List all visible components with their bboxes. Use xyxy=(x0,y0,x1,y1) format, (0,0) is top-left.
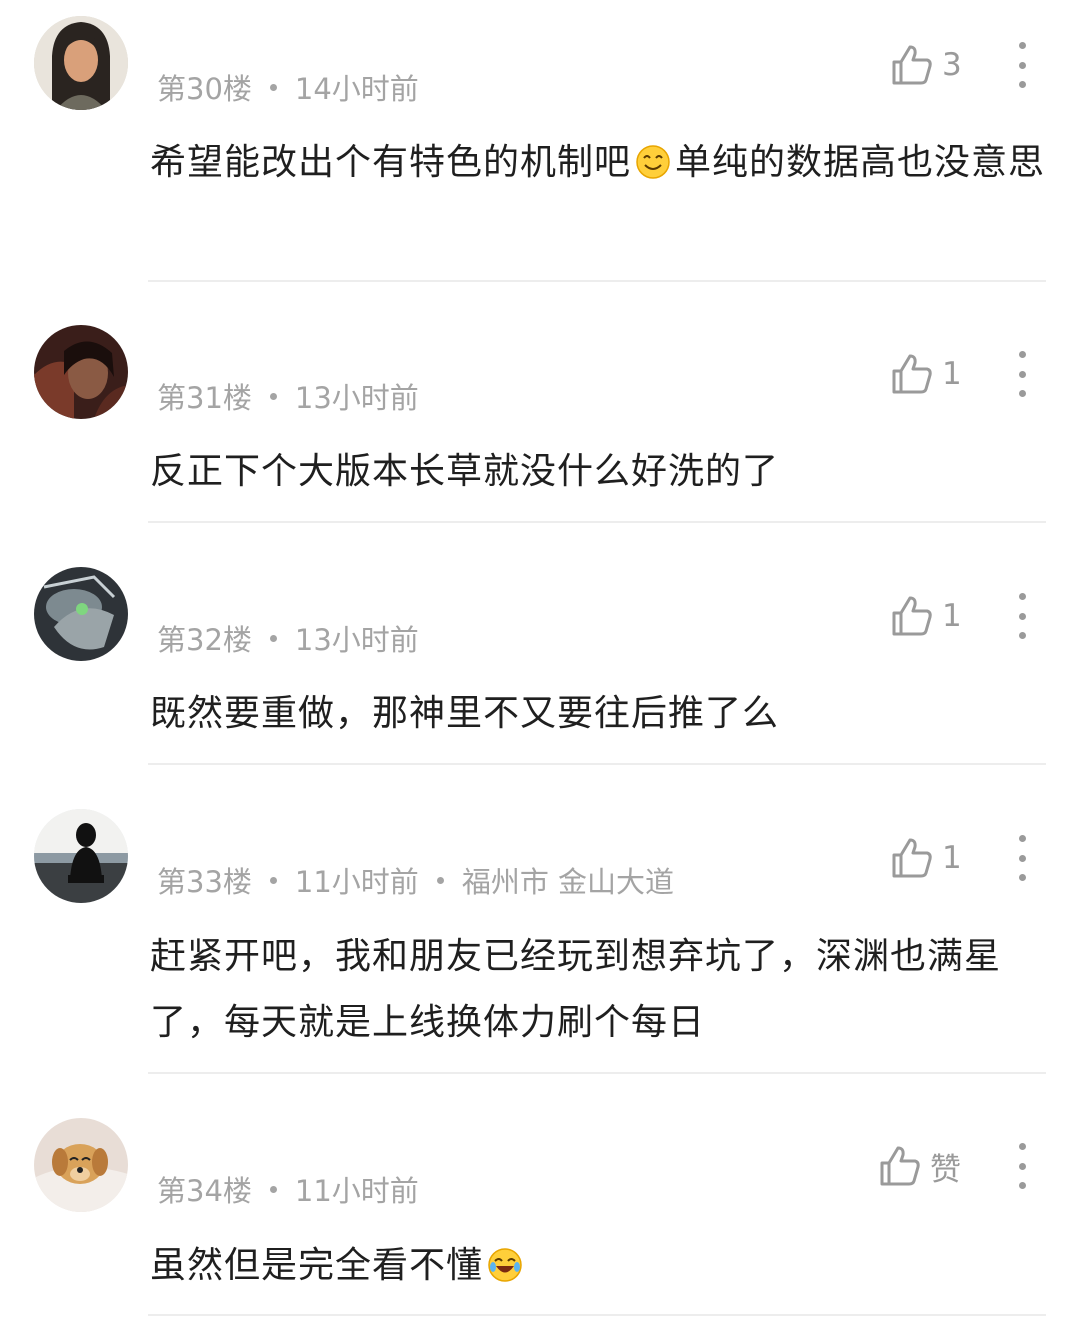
more-options-icon[interactable] xyxy=(1004,40,1040,90)
like-count: 1 xyxy=(942,840,962,876)
like-button[interactable]: 1 xyxy=(890,591,962,641)
separator-dot xyxy=(269,634,277,642)
separator-dot xyxy=(269,1185,277,1193)
post-location: 福州市 金山大道 xyxy=(461,865,675,899)
comment-text: 反正下个大版本长草就没什么好洗的了 xyxy=(150,451,780,492)
divider xyxy=(148,280,1046,282)
separator-dot xyxy=(269,876,277,884)
floor-number: 第34楼 xyxy=(157,1174,252,1208)
thumbs-up-icon xyxy=(892,596,932,636)
post-time: 13小时前 xyxy=(294,623,419,657)
laugh-cry-emoji-icon xyxy=(487,1239,523,1282)
smile-emoji-icon xyxy=(635,136,671,179)
avatar[interactable] xyxy=(34,16,128,110)
post-time: 14小时前 xyxy=(294,72,419,106)
comment-meta: 第34楼 11小时前 xyxy=(157,1169,419,1209)
floor-number: 第30楼 xyxy=(157,72,252,106)
like-label: 赞 xyxy=(930,1151,961,1188)
like-count: 1 xyxy=(942,356,962,392)
comment-meta: 第33楼 11小时前 福州市 金山大道 xyxy=(157,860,674,900)
more-options-icon[interactable] xyxy=(1004,1141,1040,1191)
divider xyxy=(148,763,1046,765)
comment-text: 既然要重做，那神里不又要往后推了么 xyxy=(150,693,780,734)
floor-number: 第32楼 xyxy=(157,623,252,657)
floor-number: 第33楼 xyxy=(157,865,252,899)
avatar[interactable] xyxy=(34,1118,128,1212)
thumbs-up-icon xyxy=(892,838,932,878)
comment-meta: 第31楼 13小时前 xyxy=(157,376,419,416)
thumbs-up-icon xyxy=(892,45,932,85)
post-time: 11小时前 xyxy=(294,865,419,899)
separator-dot xyxy=(436,876,444,884)
like-count: 1 xyxy=(942,598,962,634)
comment-text: 虽然但是完全看不懂 xyxy=(150,1233,1050,1299)
comment-meta: 第30楼 14小时前 xyxy=(157,67,419,107)
like-button[interactable]: 1 xyxy=(890,349,962,399)
more-options-icon[interactable] xyxy=(1004,349,1040,399)
like-button[interactable]: 1 xyxy=(890,833,962,883)
avatar[interactable] xyxy=(34,325,128,419)
like-count: 3 xyxy=(942,47,962,83)
separator-dot xyxy=(269,392,277,400)
comment-text: 赶紧开吧，我和朋友已经玩到想弃坑了，深渊也满星了，每天就是上线换体力刷个每日 xyxy=(150,936,1002,1043)
divider xyxy=(148,1314,1046,1316)
floor-number: 第31楼 xyxy=(157,381,252,415)
post-time: 13小时前 xyxy=(294,381,419,415)
divider xyxy=(148,1072,1046,1074)
thumbs-up-icon xyxy=(880,1146,920,1186)
avatar[interactable] xyxy=(34,567,128,661)
comment-text: 希望能改出个有特色的机制吧 单纯的数据高也没意思 xyxy=(150,130,1050,196)
more-options-icon[interactable] xyxy=(1004,591,1040,641)
comment-meta: 第32楼 13小时前 xyxy=(157,618,419,658)
separator-dot xyxy=(269,83,277,91)
like-button[interactable]: 3 xyxy=(890,40,962,90)
post-time: 11小时前 xyxy=(294,1174,419,1208)
like-button[interactable]: 赞 xyxy=(878,1141,961,1191)
more-options-icon[interactable] xyxy=(1004,833,1040,883)
avatar[interactable] xyxy=(34,809,128,903)
thumbs-up-icon xyxy=(892,354,932,394)
divider xyxy=(148,521,1046,523)
